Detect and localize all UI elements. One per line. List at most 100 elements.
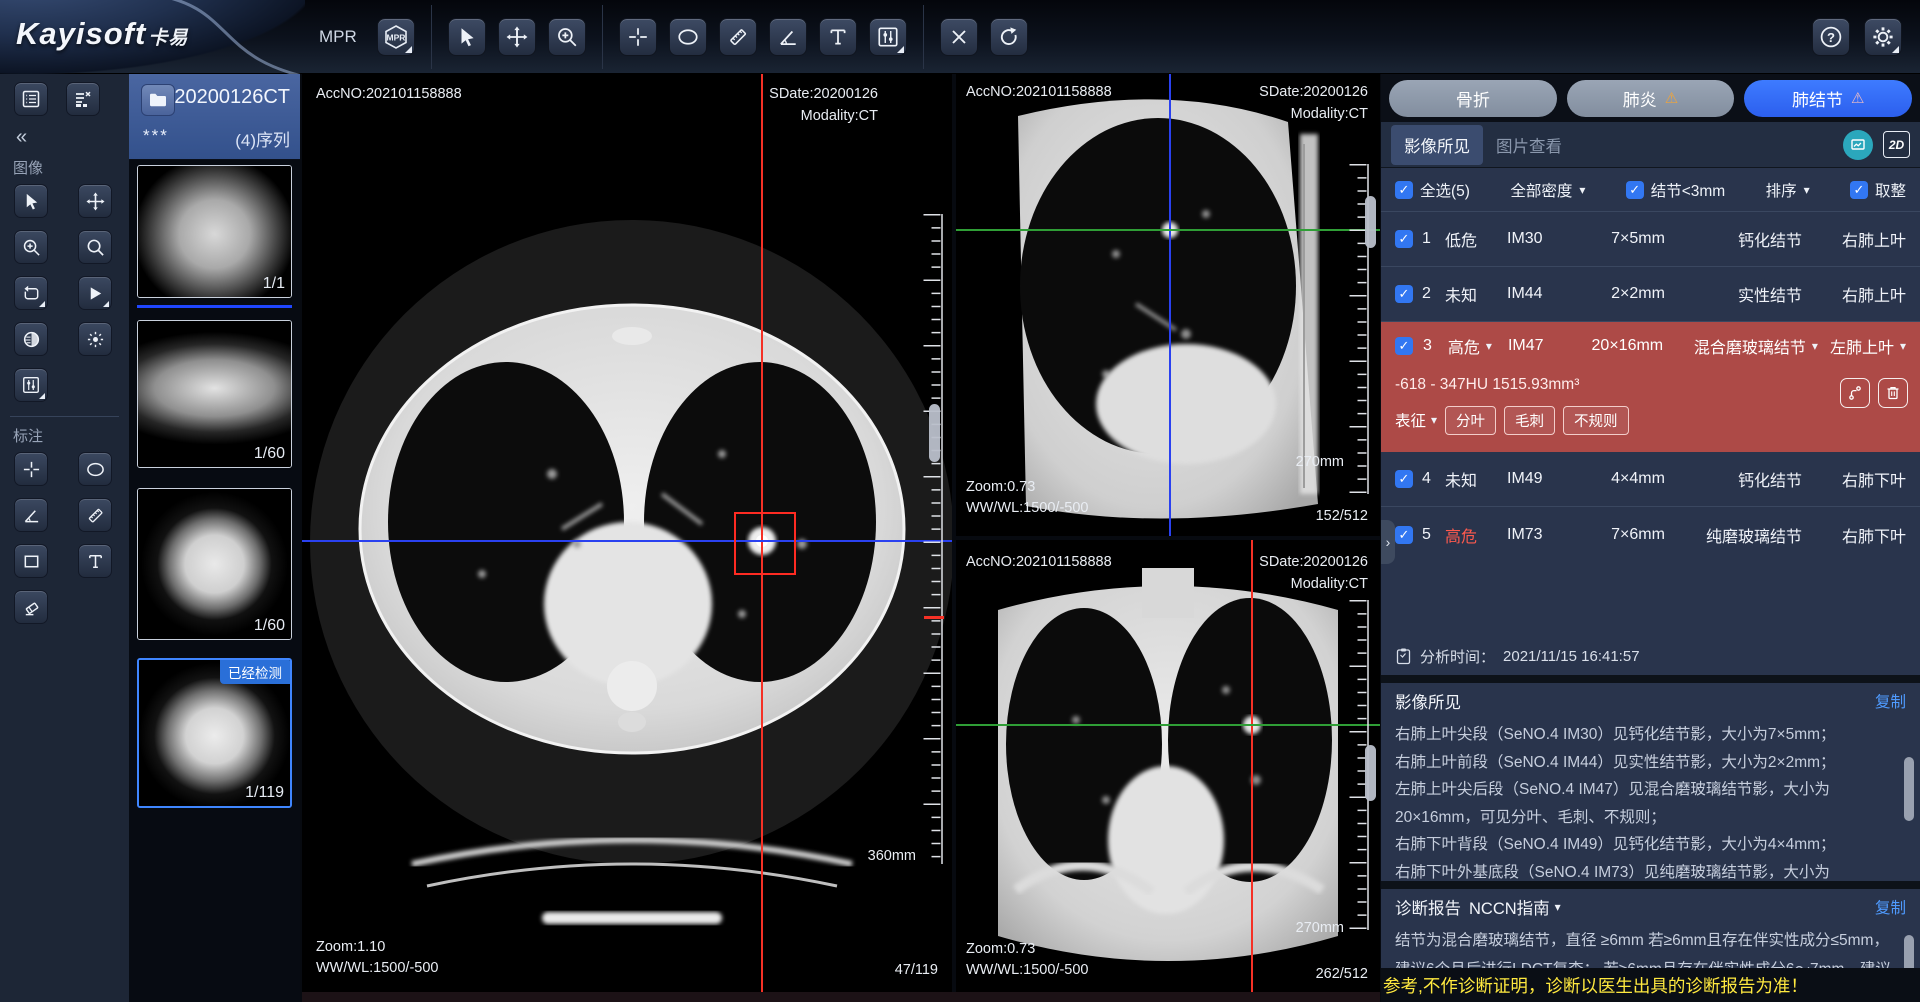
checkbox-checked-icon[interactable] (1395, 337, 1413, 355)
nodule-roi-box[interactable] (734, 512, 796, 575)
checkbox-checked-icon[interactable] (1395, 230, 1413, 248)
help-button[interactable]: ? (1812, 18, 1850, 56)
series-thumbnail-detected[interactable]: 已经检测 1/119 (137, 658, 292, 808)
sagittal-viewport[interactable]: AccNO:202101158888 SDate:20200126 Modali… (956, 74, 1380, 536)
nodule-risk-dropdown[interactable]: 高危 (1448, 334, 1480, 358)
rail-rotate-button[interactable] (14, 276, 48, 310)
crosshair-horizontal-line[interactable] (302, 540, 952, 542)
nodule-row-4[interactable]: 4 未知 IM49 4×4mm 钙化结节 右肺下叶 (1381, 452, 1920, 507)
series-thumbnail-scout[interactable]: 1/1 (137, 165, 292, 298)
sort-dropdown[interactable]: 排序 ▾ (1766, 179, 1810, 201)
ellipse-tool-button[interactable] (669, 18, 707, 56)
rail-crosshair-button[interactable] (14, 452, 48, 486)
rail-ellipse-button[interactable] (78, 452, 112, 486)
rail-select-tool-button[interactable] (14, 184, 48, 218)
guideline-label: NCCN指南 (1469, 895, 1550, 919)
checkbox-checked-icon[interactable] (1395, 526, 1413, 544)
layout-close-button[interactable] (66, 82, 100, 116)
chevron-down-icon[interactable]: ▾ (1812, 339, 1818, 353)
rail-adjust-button[interactable] (14, 368, 48, 402)
rail-ruler-button[interactable] (78, 498, 112, 532)
nodule-size: 20×16mm (1592, 337, 1664, 355)
rail-cine-play-button[interactable] (78, 276, 112, 310)
nodule-image-index: IM73 (1507, 526, 1583, 544)
study-date: SDate:20200126 (769, 84, 878, 106)
thumbnail-counter: 1/60 (254, 445, 285, 463)
crosshair-vertical-line[interactable] (1169, 74, 1171, 536)
copy-findings-button[interactable]: 复制 (1875, 690, 1906, 712)
checkbox-checked-icon[interactable] (1395, 470, 1413, 488)
report-preview-button[interactable] (1843, 130, 1873, 160)
reset-view-button[interactable] (990, 18, 1028, 56)
findings-scrollbar[interactable] (1904, 757, 1914, 821)
nodule-row-3-selected[interactable]: 3 高危 ▾ IM47 20×16mm 混合磨玻璃结节 ▾ 左肺上叶 ▾ -61… (1381, 322, 1920, 452)
feature-tag-spiculated[interactable]: 毛刺 (1504, 406, 1555, 435)
settings-button[interactable] (1864, 18, 1902, 56)
angle-tool-button[interactable] (769, 18, 807, 56)
checkbox-checked-icon[interactable] (1395, 285, 1413, 303)
open-study-button[interactable] (141, 84, 175, 116)
delete-annotation-button[interactable] (940, 18, 978, 56)
nodule-row-2[interactable]: 2 未知 IM44 2×2mm 实性结节 右肺上叶 (1381, 267, 1920, 322)
crosshair-horizontal-line[interactable] (956, 229, 1380, 231)
tab-pneumonia[interactable]: 肺炎 ⚠ (1567, 80, 1735, 117)
select-all-checkbox[interactable]: 全选(5) (1395, 179, 1470, 201)
analysis-time-label: 分析时间： (1420, 646, 1495, 667)
nodule-type: 钙化结节 (1693, 227, 1802, 251)
axial-viewport[interactable]: AccNO:202101158888 SDate:20200126 Modali… (302, 74, 952, 992)
checkbox-checked-icon[interactable] (1626, 181, 1644, 199)
rail-angle-button[interactable] (14, 498, 48, 532)
series-thumbnail-axial-soft[interactable]: 1/60 (137, 320, 292, 468)
chevron-down-icon[interactable]: ▾ (1900, 339, 1906, 353)
ruler-tool-button[interactable] (719, 18, 757, 56)
crosshair-vertical-line[interactable] (1251, 540, 1253, 992)
nodule-type-dropdown[interactable]: 混合磨玻璃结节 (1694, 334, 1806, 358)
select-tool-button[interactable] (448, 18, 486, 56)
feature-tag-irregular[interactable]: 不规则 (1563, 406, 1629, 435)
text-annotation-button[interactable] (819, 18, 857, 56)
delete-nodule-button[interactable] (1878, 378, 1908, 408)
coronal-viewport[interactable]: AccNO:202101158888 SDate:20200126 Modali… (956, 540, 1380, 992)
follow-up-compare-button[interactable] (1840, 378, 1870, 408)
rail-brightness-button[interactable] (78, 322, 112, 356)
series-thumbnail-axial-lung[interactable]: 1/60 (137, 488, 292, 640)
checkbox-checked-icon[interactable] (1850, 181, 1868, 199)
nodule-location-dropdown[interactable]: 左肺上叶 (1830, 334, 1894, 358)
rail-zoom-in-button[interactable] (14, 230, 48, 264)
small-nodule-checkbox[interactable]: 结节<3mm (1626, 179, 1726, 201)
nodule-row-5[interactable]: 5 高危 IM73 7×6mm 纯磨玻璃结节 右肺下叶 (1381, 507, 1920, 562)
tab-lung-nodule[interactable]: 肺结节 ⚠ (1744, 80, 1912, 117)
crosshair-tool-button[interactable] (619, 18, 657, 56)
tab-fracture[interactable]: 骨折 (1389, 80, 1557, 117)
study-header[interactable]: 20200126CT *** (4)序列 (129, 74, 300, 160)
series-list-view-button[interactable] (14, 82, 48, 116)
rail-eraser-button[interactable] (14, 590, 48, 624)
rail-rectangle-button[interactable] (14, 544, 48, 578)
rail-magnify-button[interactable] (78, 230, 112, 264)
report-guideline-dropdown[interactable]: NCCN指南 ▾ (1469, 895, 1561, 919)
nodule-row-1[interactable]: 1 低危 IM30 7×5mm 钙化结节 右肺上叶 (1381, 212, 1920, 267)
rail-pan-tool-button[interactable] (78, 184, 112, 218)
coronal-scrollbar[interactable] (1365, 745, 1376, 801)
density-dropdown[interactable]: 全部密度 ▾ (1510, 179, 1585, 201)
feature-dropdown[interactable]: 表征 ▾ (1395, 409, 1437, 431)
pan-tool-button[interactable] (498, 18, 536, 56)
sagittal-scrollbar[interactable] (1365, 196, 1376, 248)
tab-image-view[interactable]: 图片查看 (1483, 125, 1575, 165)
crosshair-horizontal-line[interactable] (956, 724, 1380, 726)
tab-image-findings[interactable]: 影像所见 (1391, 125, 1483, 165)
rail-contrast-button[interactable] (14, 322, 48, 356)
mpr-mode-button[interactable]: MPR (377, 18, 415, 56)
feature-tag-lobulated[interactable]: 分叶 (1445, 406, 1496, 435)
checkbox-checked-icon[interactable] (1395, 181, 1413, 199)
adjust-tool-button[interactable] (869, 18, 907, 56)
collapse-rail-button[interactable]: « (16, 126, 40, 149)
rail-text-button[interactable] (78, 544, 112, 578)
round-values-checkbox[interactable]: 取整 (1850, 179, 1906, 201)
chevron-down-icon[interactable]: ▾ (1486, 339, 1492, 353)
panel-expand-handle[interactable]: › (1381, 520, 1395, 564)
copy-report-button[interactable]: 复制 (1875, 896, 1906, 918)
2d-mode-button[interactable]: 2D (1883, 131, 1910, 158)
zoom-in-tool-button[interactable] (548, 18, 586, 56)
axial-scrollbar[interactable] (929, 404, 940, 462)
